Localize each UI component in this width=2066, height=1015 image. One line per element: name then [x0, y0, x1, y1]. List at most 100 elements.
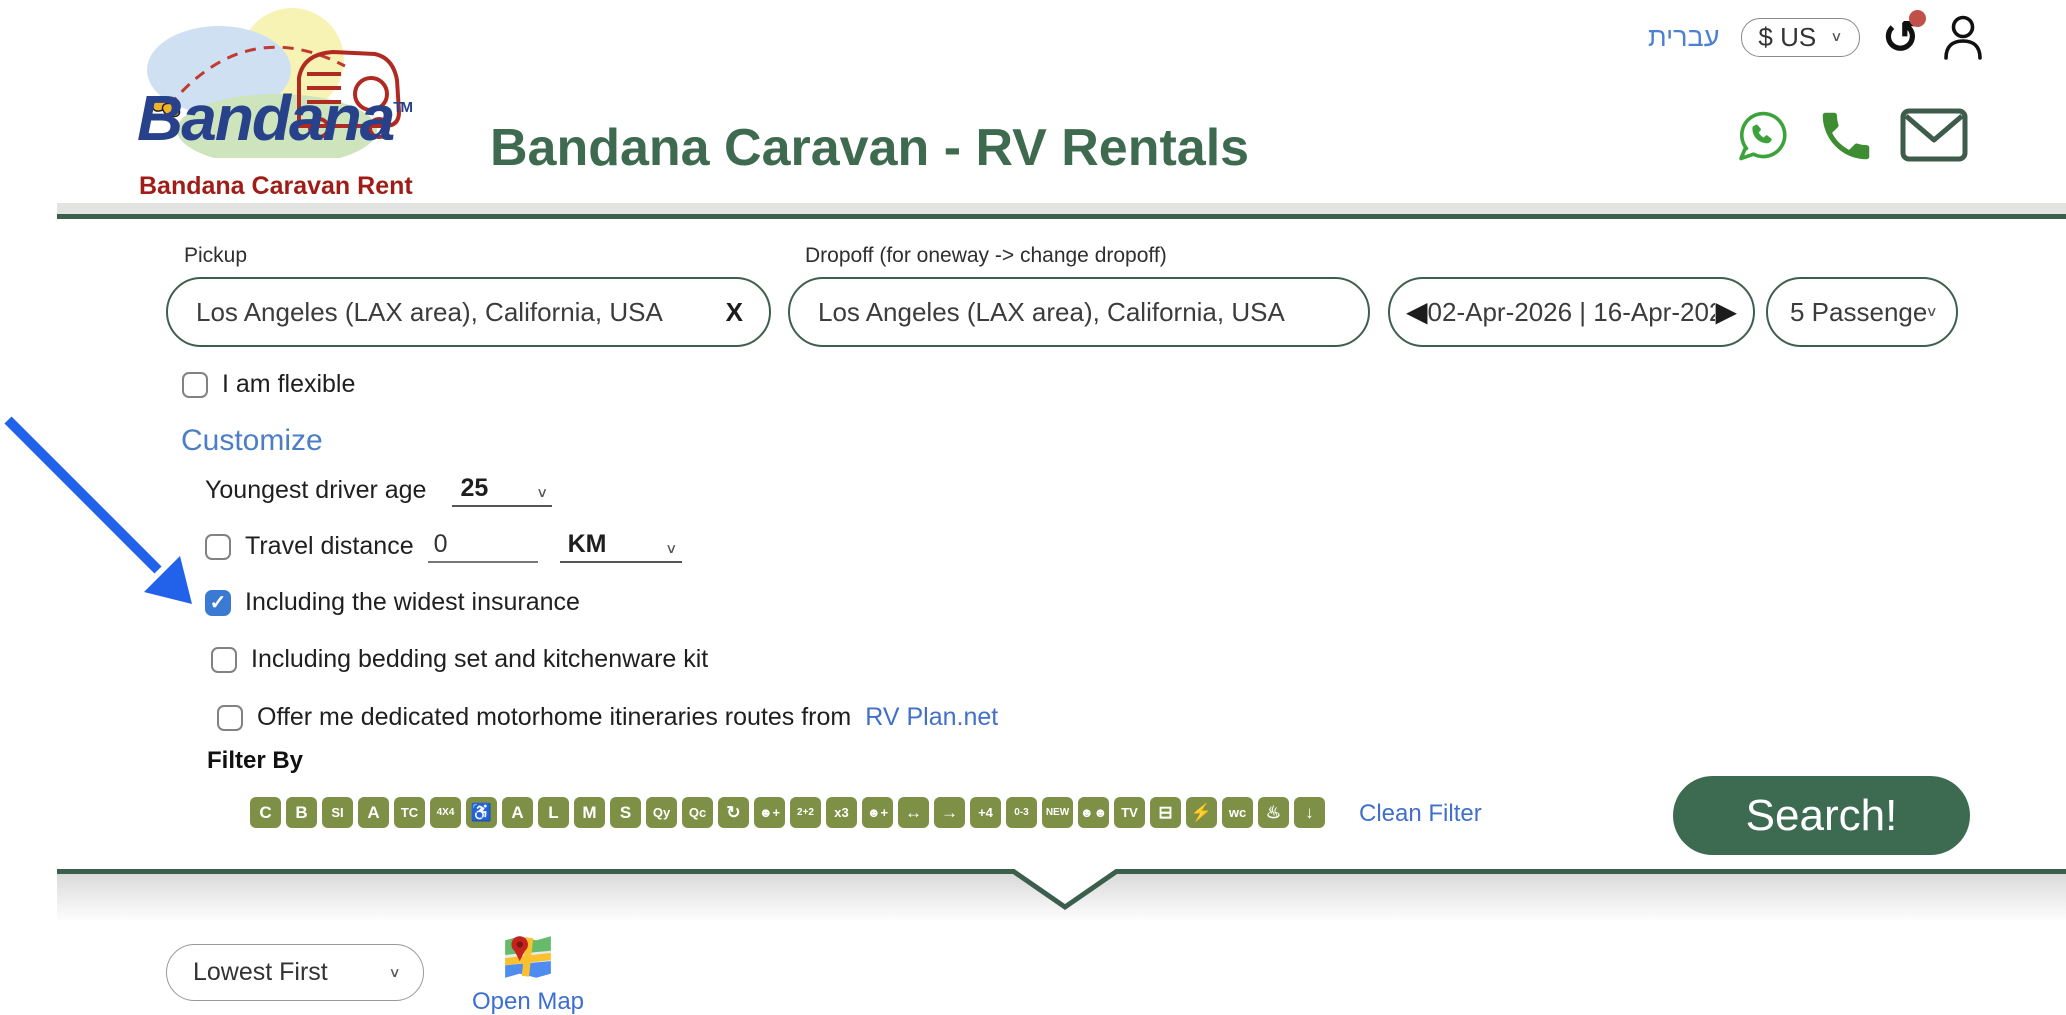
rv-plan-link[interactable]: RV Plan.net [865, 703, 998, 732]
filter-rv-small-icon[interactable]: S [610, 797, 641, 828]
filter-rv-new-icon[interactable]: NEW [1042, 797, 1073, 828]
filter-rv-plus4-icon[interactable]: +4 [970, 797, 1001, 828]
site-logo[interactable]: BandanaTM Bandana Caravan Rent [127, 8, 427, 204]
open-map-button[interactable]: Open Map [463, 930, 593, 1015]
filter-family-plus-icon[interactable]: ☻+ [862, 797, 893, 828]
map-icon [501, 930, 555, 984]
filter-4x4-icon[interactable]: 4X4 [430, 797, 461, 828]
bedding-row: ✓ Including bedding set and kitchenware … [211, 645, 708, 674]
next-date-arrow-icon[interactable]: ▶ [1715, 298, 1737, 326]
filter-rv-large-icon[interactable]: L [538, 797, 569, 828]
account-icon[interactable] [1942, 14, 1984, 60]
filter-class-c-icon[interactable]: C [250, 797, 281, 828]
date-range-input[interactable]: ◀ 02-Apr-2026 | 16-Apr-2026 ▶ [1388, 277, 1755, 347]
header-divider-line [57, 214, 2066, 219]
insurance-checkbox[interactable]: ✓ [205, 590, 231, 616]
email-icon[interactable] [1899, 107, 1969, 165]
filter-shower-icon[interactable]: ♨ [1258, 797, 1289, 828]
distance-unit-value: KM [568, 530, 607, 559]
page-title: Bandana Caravan - RV Rentals [490, 118, 1249, 178]
filter-awning-icon[interactable]: A [502, 797, 533, 828]
filter-quality-y-icon[interactable]: Qy [646, 797, 677, 828]
dropoff-input[interactable]: Los Angeles (LAX area), California, USA [788, 277, 1370, 347]
itineraries-label: Offer me dedicated motorhome itineraries… [257, 703, 851, 732]
filter-couple-icon[interactable]: ☻☻ [1078, 797, 1109, 828]
filter-icons-row: CBSIATC4X4♿ALMSQyQc↻☻+2+2x3☻+↔→+40-3NEW☻… [250, 797, 1325, 828]
history-icon[interactable]: ↺ [1882, 14, 1921, 60]
flexible-label: I am flexible [222, 370, 355, 399]
sort-select[interactable]: Lowest First ∨ [166, 944, 424, 1001]
clear-pickup-button[interactable]: X [726, 297, 743, 328]
passengers-value: 5 Passengers [1790, 297, 1926, 328]
bedding-checkbox[interactable]: ✓ [211, 647, 237, 673]
filter-by-title: Filter By [207, 747, 303, 775]
travel-distance-checkbox[interactable]: ✓ [205, 534, 231, 560]
flexible-row: ✓ I am flexible [182, 370, 355, 399]
filter-x3-icon[interactable]: x3 [826, 797, 857, 828]
travel-distance-row: ✓ Travel distance 0 KM ∨ [205, 530, 682, 563]
insurance-label: Including the widest insurance [245, 588, 580, 617]
passengers-select[interactable]: 5 Passengers ∨ [1766, 277, 1958, 347]
logo-subtitle: Bandana Caravan Rent [139, 172, 413, 201]
logo-brand-text: BandanaTM [137, 86, 411, 150]
pickup-input[interactable]: Los Angeles (LAX area), California, USA … [166, 277, 771, 347]
whatsapp-icon[interactable] [1731, 104, 1793, 168]
prev-date-arrow-icon[interactable]: ◀ [1406, 298, 1428, 326]
chevron-down-icon: ∨ [1830, 29, 1842, 45]
driver-age-value: 25 [460, 474, 488, 503]
phone-icon[interactable] [1815, 104, 1877, 168]
flexible-checkbox[interactable]: ✓ [182, 372, 208, 398]
filter-seats-2plus2-icon[interactable]: 2+2 [790, 797, 821, 828]
travel-distance-label: Travel distance [245, 532, 414, 561]
contact-icons-row [1731, 104, 1969, 168]
currency-select[interactable]: $ US ∨ [1741, 18, 1859, 57]
filter-rv-oneway-icon[interactable]: → [934, 797, 965, 828]
bedding-label: Including bedding set and kitchenware ki… [251, 645, 708, 674]
filter-rv-dropoff-icon[interactable]: ↓ [1294, 797, 1325, 828]
chevron-down-icon: ∨ [389, 965, 401, 981]
check-icon: ✓ [210, 593, 227, 613]
open-map-label: Open Map [463, 988, 593, 1015]
driver-age-row: Youngest driver age 25 ∨ [205, 474, 552, 507]
chevron-down-icon: ∨ [536, 485, 548, 501]
filter-rotation-icon[interactable]: ↻ [718, 797, 749, 828]
driver-age-label: Youngest driver age [205, 476, 426, 505]
chevron-down-icon: ∨ [1926, 304, 1938, 320]
distance-unit-select[interactable]: KM ∨ [560, 530, 682, 563]
sort-value: Lowest First [193, 958, 328, 987]
clean-filter-link[interactable]: Clean Filter [1359, 800, 1482, 828]
dropoff-value: Los Angeles (LAX area), California, USA [818, 297, 1285, 328]
trademark-symbol: TM [393, 99, 411, 116]
filter-power-icon[interactable]: ⚡ [1186, 797, 1217, 828]
filter-person-plus-icon[interactable]: ☻+ [754, 797, 785, 828]
page: BandanaTM Bandana Caravan Rent Bandana C… [0, 0, 2066, 1015]
customize-toggle[interactable]: Customize [181, 424, 323, 458]
filter-width-icon[interactable]: ↔ [898, 797, 929, 828]
filter-wc-icon[interactable]: wc [1222, 797, 1253, 828]
insurance-row: ✓ Including the widest insurance [205, 588, 580, 617]
driver-age-select[interactable]: 25 ∨ [452, 474, 552, 507]
itineraries-checkbox[interactable]: ✓ [217, 705, 243, 731]
header-divider-band [57, 203, 2066, 214]
filter-class-b-icon[interactable]: B [286, 797, 317, 828]
dropoff-label: Dropoff (for oneway -> change dropoff) [805, 244, 1167, 268]
filter-rv-medium-icon[interactable]: M [574, 797, 605, 828]
filter-quality-c-icon[interactable]: Qc [682, 797, 713, 828]
currency-value: $ US [1758, 22, 1816, 53]
search-button[interactable]: Search! [1673, 776, 1970, 855]
travel-distance-input[interactable]: 0 [428, 530, 538, 563]
filter-class-si-icon[interactable]: SI [322, 797, 353, 828]
filter-class-tc-icon[interactable]: TC [394, 797, 425, 828]
pickup-value: Los Angeles (LAX area), California, USA [196, 297, 663, 328]
date-range-value: 02-Apr-2026 | 16-Apr-2026 [1428, 297, 1716, 328]
filter-tv-icon[interactable]: TV [1114, 797, 1145, 828]
header-utility-row: עברית $ US ∨ ↺ [1648, 14, 1984, 60]
filter-rv-age-0-3-icon[interactable]: 0-3 [1006, 797, 1037, 828]
filter-bed-icon[interactable]: ⊟ [1150, 797, 1181, 828]
pickup-label: Pickup [184, 244, 247, 268]
filter-wheelchair-icon[interactable]: ♿ [466, 797, 497, 828]
chevron-down-icon: ∨ [665, 541, 677, 557]
divider-notch-icon [1008, 869, 1122, 913]
filter-class-a-icon[interactable]: A [358, 797, 389, 828]
language-link[interactable]: עברית [1648, 22, 1719, 53]
